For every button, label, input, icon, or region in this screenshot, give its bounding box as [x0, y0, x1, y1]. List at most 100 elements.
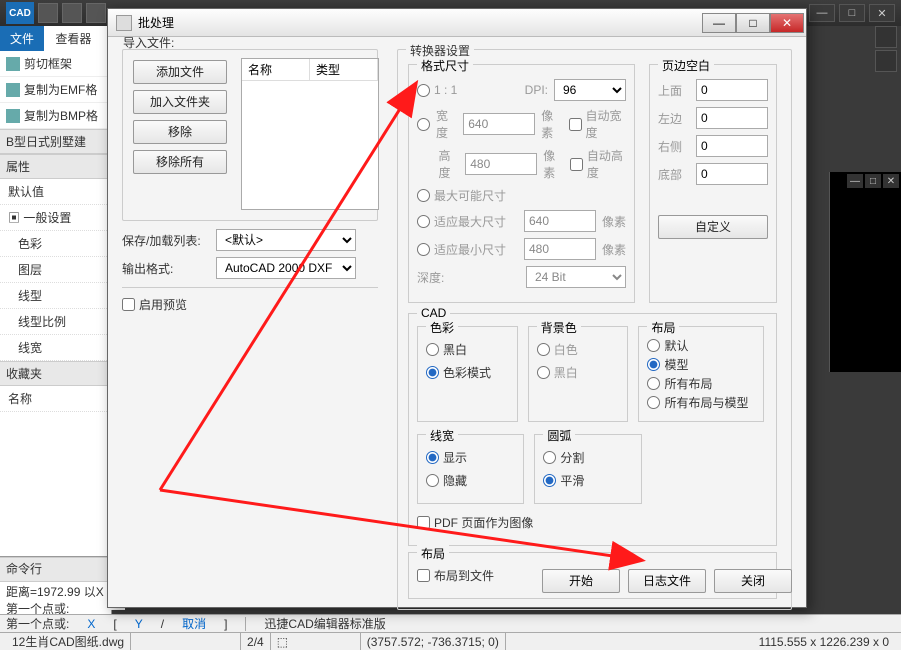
- row-layer[interactable]: 图层: [0, 257, 111, 283]
- status-bar-2: 12生肖CAD图纸.dwg 2/4 ⬚ (3757.572; -736.3715…: [0, 632, 901, 650]
- fit-min-radio[interactable]: 适应最小尺寸: [417, 241, 506, 258]
- fit-max-input[interactable]: [524, 210, 596, 232]
- fmt-title: 格式尺寸: [417, 57, 473, 74]
- dock-max-icon[interactable]: □: [865, 174, 881, 188]
- white-radio[interactable]: 白色: [537, 341, 578, 358]
- close-icon[interactable]: ✕: [869, 4, 895, 22]
- margins-title: 页边空白: [658, 57, 714, 74]
- left-panel: 文件 查看器 剪切框架 复制为EMF格 复制为BMP格 B型日式别墅建 属性 默…: [0, 26, 112, 614]
- custom-margin-button[interactable]: 自定义: [658, 215, 768, 239]
- bounds: 1115.555 x 1226.239 x 0: [753, 635, 895, 649]
- depth-select[interactable]: 24 Bit: [526, 266, 626, 288]
- start-button[interactable]: 开始: [542, 569, 620, 593]
- maximize-icon[interactable]: □: [839, 4, 865, 22]
- layout-default-radio[interactable]: 默认: [647, 337, 688, 354]
- row-general[interactable]: ▣ 一般设置: [0, 205, 111, 231]
- hide-lw-radio[interactable]: 隐藏: [426, 472, 467, 489]
- tab-viewer[interactable]: 查看器: [47, 26, 99, 51]
- row-linetype[interactable]: 线型: [0, 283, 111, 309]
- row-lineweight[interactable]: 线宽: [0, 335, 111, 361]
- show-lw-radio[interactable]: 显示: [426, 449, 467, 466]
- close-button[interactable]: 关闭: [714, 569, 792, 593]
- dialog-titlebar: 批处理 — □ ✕: [108, 9, 806, 37]
- split-arc-radio[interactable]: 分割: [543, 449, 584, 466]
- dock-close-icon[interactable]: ✕: [883, 174, 899, 188]
- layout-to-file-checkbox[interactable]: 布局到文件: [417, 567, 494, 584]
- row-color[interactable]: 色彩: [0, 231, 111, 257]
- cursor-coords: (3757.572; -736.3715; 0): [361, 633, 506, 650]
- bracket: [: [113, 617, 116, 631]
- layout-allm-radio[interactable]: 所有布局与模型: [647, 394, 748, 411]
- cad-title: CAD: [417, 306, 450, 320]
- tool-icon[interactable]: [875, 26, 897, 48]
- row-ltscale[interactable]: 线型比例: [0, 309, 111, 335]
- import-label: 导入文件:: [123, 34, 174, 51]
- wh-radio[interactable]: [417, 118, 430, 131]
- auto-width-checkbox[interactable]: 自动宽度: [569, 107, 627, 141]
- minimize-icon[interactable]: —: [809, 4, 835, 22]
- import-group: 导入文件: 添加文件 加入文件夹 移除 移除所有 名称 类型: [122, 49, 378, 221]
- bw-radio[interactable]: 黑白: [426, 341, 467, 358]
- dpi-select[interactable]: 96: [554, 79, 626, 101]
- fit-min-input[interactable]: [524, 238, 596, 260]
- depth-label: 深度:: [417, 269, 444, 286]
- menu-copy-emf[interactable]: 复制为EMF格: [0, 77, 111, 103]
- menu-copy-bmp[interactable]: 复制为BMP格: [0, 103, 111, 129]
- black-radio[interactable]: 黑白: [537, 364, 578, 381]
- margin-top-input[interactable]: [696, 79, 768, 101]
- color-group: 色彩 黑白 色彩模式: [417, 326, 518, 422]
- batch-dialog: 批处理 — □ ✕ 导入文件: 添加文件 加入文件夹 移除 移除所有 名称 类型: [107, 8, 807, 608]
- col-name[interactable]: 名称: [242, 59, 310, 80]
- width-label: 宽度: [436, 107, 457, 141]
- dock-min-icon[interactable]: —: [847, 174, 863, 188]
- prompt-text: 第一个点或:: [6, 615, 69, 632]
- width-input[interactable]: [463, 113, 535, 135]
- dialog-icon: [116, 15, 132, 31]
- remove-all-button[interactable]: 移除所有: [133, 150, 227, 174]
- outfmt-select[interactable]: AutoCAD 2000 DXF (*.d: [216, 257, 356, 279]
- layout-all-radio[interactable]: 所有布局: [647, 375, 712, 392]
- dialog-close-icon[interactable]: ✕: [770, 13, 804, 33]
- smooth-arc-radio[interactable]: 平滑: [543, 472, 584, 489]
- coord-x-link[interactable]: X: [87, 617, 95, 631]
- add-folder-button[interactable]: 加入文件夹: [133, 90, 227, 114]
- coord-y-link[interactable]: Y: [135, 617, 143, 631]
- emf-icon: [6, 83, 20, 97]
- snap-icon[interactable]: ⬚: [277, 635, 288, 649]
- tab-file[interactable]: 文件: [0, 26, 44, 51]
- auto-height-checkbox[interactable]: 自动高度: [570, 147, 626, 181]
- savelist-select[interactable]: <默认>: [216, 229, 356, 251]
- page-info: 2/4: [241, 633, 271, 650]
- add-file-button[interactable]: 添加文件: [133, 60, 227, 84]
- right-column: 转换器设置 格式尺寸 1 : 1 DPI: 96 宽度: [397, 49, 792, 618]
- pdf-as-image-checkbox[interactable]: PDF 页面作为图像: [417, 514, 533, 531]
- colormode-radio[interactable]: 色彩模式: [426, 364, 491, 381]
- height-label: 高度: [439, 147, 460, 181]
- col-type[interactable]: 类型: [310, 59, 378, 80]
- dialog-maximize-icon[interactable]: □: [736, 13, 770, 33]
- enable-preview-checkbox[interactable]: 启用预览: [122, 296, 187, 313]
- log-button[interactable]: 日志文件: [628, 569, 706, 593]
- row-default[interactable]: 默认值: [0, 179, 111, 205]
- max-possible-radio[interactable]: 最大可能尺寸: [417, 187, 506, 204]
- toolbar-icon[interactable]: [62, 3, 82, 23]
- margin-bottom-input[interactable]: [696, 163, 768, 185]
- cancel-link[interactable]: 取消: [182, 615, 206, 632]
- help-icon[interactable]: [875, 50, 897, 72]
- toolbar-icon[interactable]: [86, 3, 106, 23]
- fit-max-radio[interactable]: 适应最大尺寸: [417, 213, 506, 230]
- margins-group: 页边空白 上面 左边 右侧 底部 自定义: [649, 64, 777, 303]
- layout-model-radio[interactable]: 模型: [647, 356, 688, 373]
- arc-group: 圆弧 分割 平滑: [534, 434, 641, 504]
- remove-button[interactable]: 移除: [133, 120, 227, 144]
- menu-crop-frame[interactable]: 剪切框架: [0, 51, 111, 77]
- height-input[interactable]: [465, 153, 537, 175]
- dialog-minimize-icon[interactable]: —: [702, 13, 736, 33]
- margin-right-input[interactable]: [696, 135, 768, 157]
- layout-group: 布局 默认 模型 所有布局 所有布局与模型: [638, 326, 764, 422]
- ratio-11-radio[interactable]: 1 : 1: [417, 83, 457, 97]
- margin-left-input[interactable]: [696, 107, 768, 129]
- toolbar-icon[interactable]: [38, 3, 58, 23]
- bracket: ]: [224, 617, 227, 631]
- file-list[interactable]: 名称 类型: [241, 58, 379, 210]
